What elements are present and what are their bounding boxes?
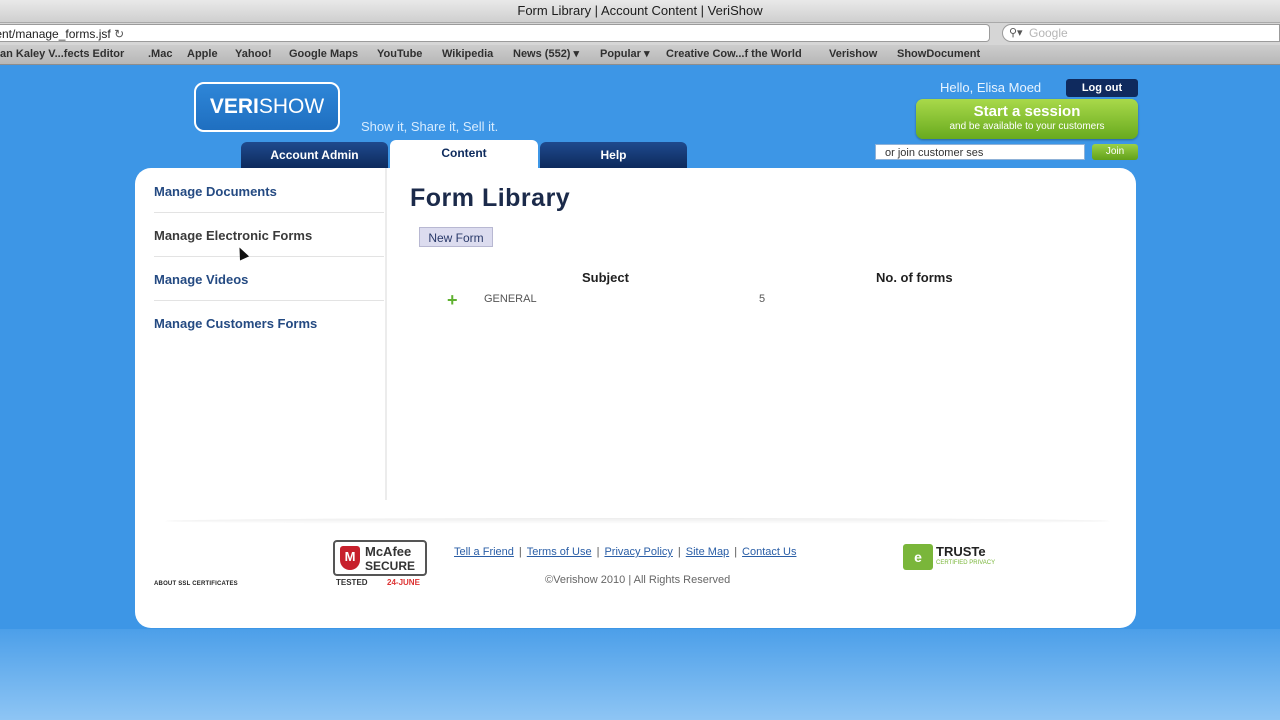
verishow-logo[interactable]: VERISHOW: [194, 82, 340, 132]
sidebar-item-manage-customers-forms[interactable]: Manage Customers Forms: [154, 316, 317, 331]
start-session-subtitle: and be available to your customers: [949, 121, 1105, 132]
browser-search-input[interactable]: ⚲▾ Google: [1002, 24, 1280, 42]
sidebar-divider: [154, 212, 384, 213]
mcafee-date-label: 24-JUNE: [387, 578, 420, 587]
footer-divider: [165, 518, 1110, 524]
bookmark-item[interactable]: News (552) ▾: [513, 45, 579, 63]
url-field[interactable]: tent/manage_forms.jsf ↻: [0, 24, 990, 42]
bookmark-item[interactable]: Yahoo!: [235, 45, 272, 63]
bookmark-item[interactable]: ShowDocument: [897, 45, 980, 63]
bookmark-item[interactable]: an Kaley V...fects Editor: [0, 45, 124, 63]
address-bar: tent/manage_forms.jsf ↻ ⚲▾ Google: [0, 23, 1280, 45]
contact-us-link[interactable]: Contact Us: [742, 546, 796, 558]
bookmark-item[interactable]: Google Maps: [289, 45, 358, 63]
privacy-policy-link[interactable]: Privacy Policy: [604, 546, 672, 558]
tell-a-friend-link[interactable]: Tell a Friend: [454, 546, 514, 558]
mcafee-secure-badge[interactable]: M McAfee SECURE: [333, 540, 427, 576]
sidebar-divider: [154, 300, 384, 301]
sidebar-item-manage-videos[interactable]: Manage Videos: [154, 272, 248, 287]
content-panel: Manage Documents Manage Electronic Forms…: [135, 168, 1136, 628]
logout-button[interactable]: Log out: [1066, 79, 1138, 97]
logo-text-thin: SHOW: [258, 95, 325, 118]
footer-links: Tell a Friend | Terms of Use | Privacy Polic…: [454, 546, 797, 558]
page-title: Form Library: [410, 184, 571, 212]
truste-name: TRUSTe: [936, 544, 986, 559]
mcafee-shield-icon: M: [340, 546, 360, 570]
truste-logo-icon: e: [903, 544, 933, 570]
plus-icon[interactable]: +: [447, 291, 458, 309]
bookmark-item[interactable]: Wikipedia: [442, 45, 493, 63]
site-map-link[interactable]: Site Map: [686, 546, 729, 558]
copyright: ©Verishow 2010 | All Rights Reserved: [545, 574, 731, 586]
reload-icon[interactable]: ↻: [114, 27, 124, 41]
column-header-subject: Subject: [582, 270, 629, 285]
sidebar-divider: [154, 256, 384, 257]
mcafee-name: McAfee: [365, 544, 412, 559]
tab-content[interactable]: Content: [390, 140, 538, 170]
sidebar: Manage Documents Manage Electronic Forms…: [135, 168, 387, 500]
column-header-forms-count: No. of forms: [876, 270, 953, 285]
row-count: 5: [759, 293, 766, 305]
join-session-input[interactable]: or join customer ses: [875, 144, 1085, 160]
tagline: Show it, Share it, Sell it.: [361, 119, 499, 134]
bookmarks-bar: an Kaley V...fects Editor .Mac Apple Yah…: [0, 45, 1280, 65]
ssl-certificates-link[interactable]: ABOUT SSL CERTIFICATES: [154, 581, 238, 587]
bookmark-item[interactable]: Creative Cow...f the World: [666, 45, 802, 63]
sidebar-item-manage-electronic-forms[interactable]: Manage Electronic Forms: [154, 228, 312, 243]
truste-subtitle: CERTIFIED PRIVACY: [936, 560, 996, 566]
join-button[interactable]: Join: [1092, 144, 1138, 160]
url-text: tent/manage_forms.jsf: [0, 27, 111, 41]
page-background: [0, 629, 1280, 720]
mcafee-tested-label: TESTED: [336, 578, 368, 587]
new-form-button[interactable]: New Form: [419, 227, 493, 247]
terms-of-use-link[interactable]: Terms of Use: [527, 546, 592, 558]
sidebar-item-manage-documents[interactable]: Manage Documents: [154, 184, 277, 199]
search-placeholder: Google: [1029, 26, 1068, 40]
mcafee-secure-label: SECURE: [365, 559, 416, 573]
truste-badge[interactable]: e TRUSTe CERTIFIED PRIVACY: [903, 544, 1013, 570]
user-greeting: Hello, Elisa Moed: [940, 80, 1042, 95]
start-session-button[interactable]: Start a session and be available to your…: [916, 99, 1138, 139]
logo-text-bold: VERI: [209, 95, 259, 118]
bookmark-item[interactable]: .Mac: [148, 45, 172, 63]
bookmark-item[interactable]: Verishow: [829, 45, 877, 63]
bookmark-item[interactable]: Apple: [187, 45, 218, 63]
window-title: Form Library | Account Content | VeriSho…: [0, 0, 1280, 23]
tab-help[interactable]: Help: [540, 142, 687, 168]
tab-account-admin[interactable]: Account Admin: [241, 142, 388, 168]
mouse-cursor-icon: [234, 245, 250, 261]
bookmark-item[interactable]: YouTube: [377, 45, 422, 63]
search-icon: ⚲▾: [1009, 27, 1023, 39]
start-session-title: Start a session: [973, 103, 1081, 120]
bookmark-item[interactable]: Popular ▾: [600, 45, 650, 63]
row-subject[interactable]: GENERAL: [484, 293, 537, 305]
